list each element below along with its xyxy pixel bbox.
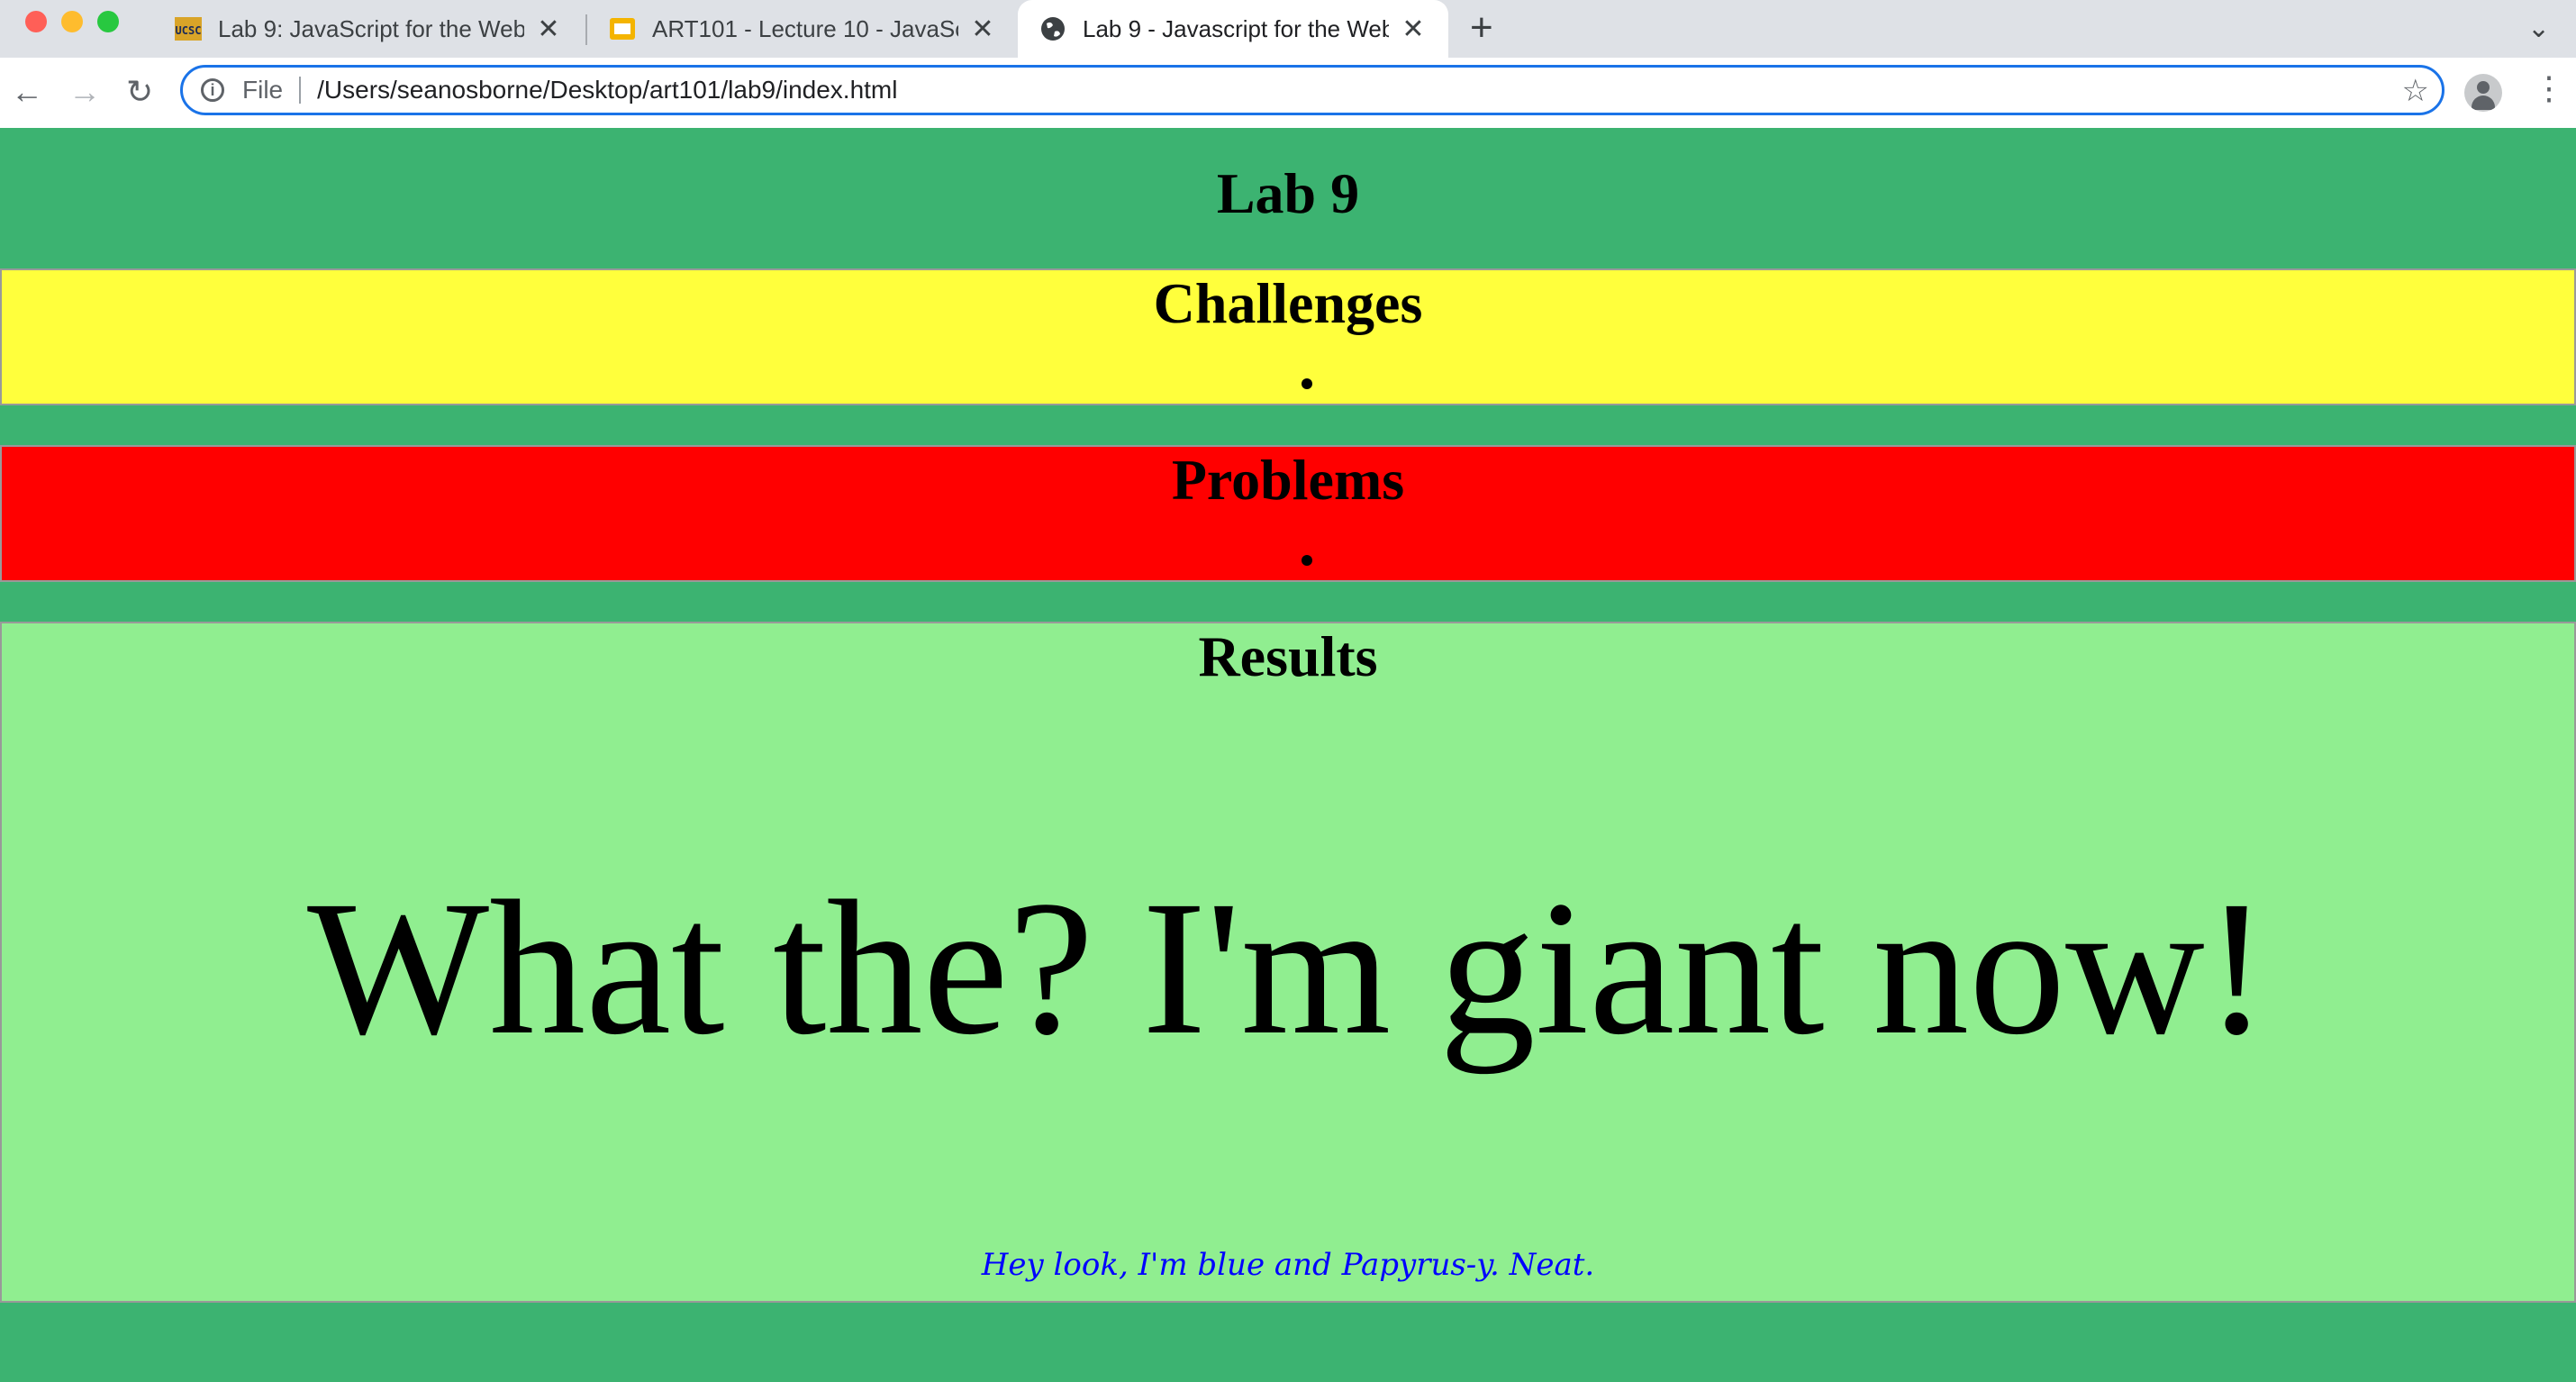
tab-title: Lab 9 - Javascript for the Web (1083, 14, 1389, 42)
url-text[interactable]: /Users/seanosborne/Desktop/art101/lab9/i… (317, 76, 897, 105)
back-arrow-icon[interactable]: ← (11, 74, 43, 110)
tab-close-icon[interactable]: ✕ (1400, 14, 1427, 45)
chevron-down-icon[interactable]: ⌄ (2527, 13, 2550, 44)
url-divider (299, 77, 302, 104)
profile-avatar-icon[interactable] (2464, 74, 2502, 112)
reload-icon[interactable]: ↻ (126, 74, 153, 110)
challenges-heading: Challenges (1153, 271, 1423, 335)
browser-toolbar: ← → ↻ i File /Users/seanosborne/Desktop/… (0, 58, 2576, 128)
tab-title: ART101 - Lecture 10 - JavaScri (652, 14, 958, 42)
giant-text: What the? I'm giant now! (307, 861, 2269, 1075)
challenges-section: Challenges (0, 268, 2576, 405)
new-tab-icon[interactable]: + (1470, 5, 1493, 50)
more-menu-icon[interactable]: ⋮ (2533, 70, 2565, 106)
page-title: Lab 9 (1216, 161, 1360, 225)
slides-icon (609, 15, 636, 42)
window-minimize-button[interactable] (61, 11, 83, 32)
tab-lab9-active[interactable]: Lab 9 - Javascript for the Web ✕ (1018, 0, 1448, 58)
tab-strip: UCSC Lab 9: JavaScript for the Web ✕ ART… (0, 0, 2576, 58)
browser-chrome: UCSC Lab 9: JavaScript for the Web ✕ ART… (0, 0, 2576, 128)
svg-text:UCSC: UCSC (176, 24, 202, 37)
list-bullet (1302, 378, 1312, 389)
ucsc-logo-icon: UCSC (175, 15, 202, 42)
results-heading: Results (1198, 624, 1378, 688)
list-bullet (1302, 555, 1312, 566)
tab-close-icon[interactable]: ✕ (969, 14, 996, 45)
problems-section: Problems (0, 445, 2576, 582)
globe-icon (1039, 15, 1066, 42)
window-maximize-button[interactable] (97, 11, 119, 32)
tab-art101-lecture[interactable]: ART101 - Lecture 10 - JavaScri ✕ (587, 0, 1018, 58)
web-page: Lab 9 Challenges Problems Results What t… (0, 128, 2576, 1382)
info-icon[interactable]: i (201, 78, 224, 102)
blue-papyrus-text: Hey look, I'm blue and Papyrus-y. Neat. (981, 1247, 1595, 1283)
tab-lab9-javascript[interactable]: UCSC Lab 9: JavaScript for the Web ✕ (153, 0, 584, 58)
tab-close-icon[interactable]: ✕ (535, 14, 562, 45)
problems-heading: Problems (1171, 448, 1405, 512)
window-close-button[interactable] (25, 11, 47, 32)
results-section: Results What the? I'm giant now! Hey loo… (0, 622, 2576, 1303)
address-bar[interactable]: i File /Users/seanosborne/Desktop/art101… (180, 65, 2444, 115)
bookmark-star-icon[interactable]: ☆ (2402, 73, 2429, 109)
url-scheme: File (242, 76, 284, 104)
tab-title: Lab 9: JavaScript for the Web (218, 14, 524, 42)
forward-arrow-icon[interactable]: → (68, 74, 101, 110)
